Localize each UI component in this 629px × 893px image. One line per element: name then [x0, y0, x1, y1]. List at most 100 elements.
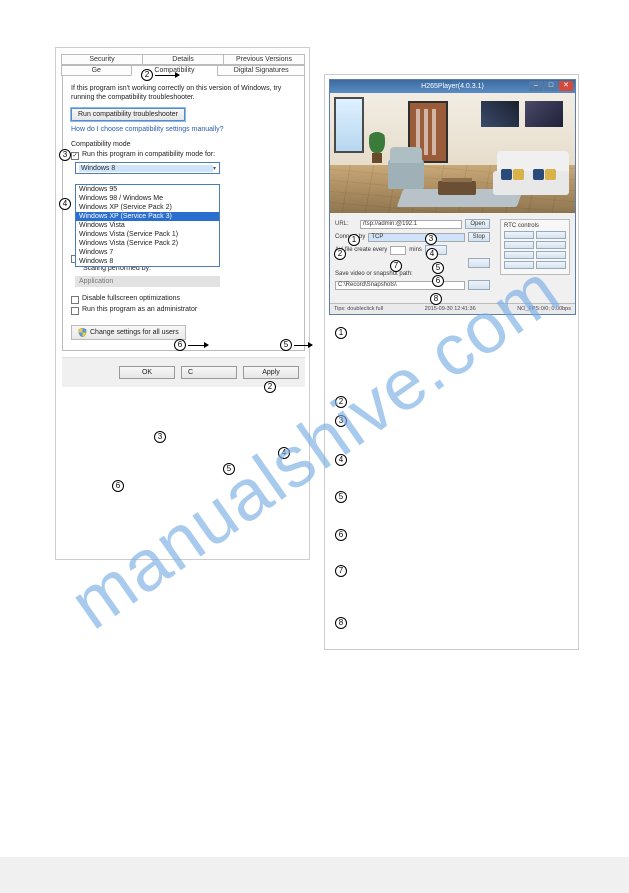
- run-troubleshooter-button[interactable]: Run compatibility troubleshooter: [71, 108, 185, 121]
- compat-os-option[interactable]: Windows Vista: [76, 221, 219, 230]
- chevron-down-icon: ▾: [213, 165, 216, 172]
- compat-os-option-selected[interactable]: Windows XP (Service Pack 3): [76, 212, 219, 221]
- player-status-bar: Tips: doubleclick full 2015-09-30 12:41:…: [330, 303, 575, 314]
- tab-row-top: Security Details Previous Versions: [62, 54, 305, 65]
- rtc-button[interactable]: [536, 261, 566, 269]
- run-compat-label: Run this program in compatibility mode f…: [82, 151, 215, 158]
- compat-notice: If this program isn't working correctly …: [71, 84, 296, 102]
- arrow-icon: [294, 345, 312, 346]
- change-settings-all-users-button[interactable]: Change settings for all users: [71, 325, 186, 340]
- compat-os-option[interactable]: Windows 8: [76, 257, 219, 266]
- list-callout-2: 2: [335, 396, 347, 408]
- cycle-button-2[interactable]: [468, 258, 490, 268]
- overlay-callout-3: 3: [425, 233, 437, 245]
- overlay-callout-5: 5: [432, 262, 444, 274]
- ok-button[interactable]: OK: [119, 366, 175, 379]
- tab-row-bottom: Ge Compatibility Digital Signatures: [62, 65, 305, 76]
- video-scene: [330, 93, 575, 213]
- rtc-button[interactable]: [504, 241, 534, 249]
- stop-button[interactable]: Stop: [468, 232, 490, 242]
- footer-band: [0, 857, 629, 893]
- tab-details[interactable]: Details: [142, 54, 224, 65]
- apply-button[interactable]: Apply: [243, 366, 299, 379]
- rtc-panel: RTC controls: [500, 219, 570, 275]
- compat-os-option[interactable]: Windows Vista (Service Pack 2): [76, 239, 219, 248]
- arrow-icon: [155, 75, 179, 76]
- rtc-button[interactable]: [536, 251, 566, 259]
- manual-settings-link[interactable]: How do I choose compatibility settings m…: [71, 126, 296, 133]
- player-controls: URL: rtsp://admin:@192.1 Open Connect by…: [330, 213, 575, 303]
- player-titlebar: H265Player(4.0.3.1) – □ ✕: [330, 80, 575, 93]
- tab-security[interactable]: Security: [61, 54, 143, 65]
- url-row: URL: rtsp://admin:@192.1 Open: [335, 219, 490, 229]
- status-tips: Tips: doubleclick full: [334, 306, 383, 312]
- save-path-button[interactable]: [468, 280, 490, 290]
- float-callout-6: 6: [112, 480, 124, 492]
- file-cycle-input[interactable]: [390, 246, 406, 255]
- url-label: URL:: [335, 221, 357, 227]
- list-callout-8: 8: [335, 617, 347, 629]
- list-callout-3: 3: [335, 415, 347, 427]
- url-input[interactable]: rtsp://admin:@192.1: [360, 220, 462, 229]
- run-as-admin-row: Run this program as an administrator: [71, 306, 296, 315]
- window-buttons: – □ ✕: [529, 81, 573, 91]
- compat-mode-title: Compatibility mode: [71, 141, 296, 148]
- overlay-callout-6: 6: [432, 275, 444, 287]
- compat-os-option[interactable]: Windows 98 / Windows Me: [76, 194, 219, 203]
- overlay-callout-1: 1: [348, 234, 360, 246]
- compat-os-list: Windows 95 Windows 98 / Windows Me Windo…: [75, 184, 220, 267]
- status-codec: NO_FPS:0/0; 0.00bps: [517, 306, 571, 312]
- scaling-performed-value[interactable]: Application: [75, 276, 220, 287]
- properties-dialog: Security Details Previous Versions Ge Co…: [62, 54, 305, 387]
- rtc-title: RTC controls: [504, 223, 566, 229]
- compat-os-dropdown[interactable]: Windows 8 ▾: [75, 162, 220, 174]
- run-compat-checkbox-row: ✓ Run this program in compatibility mode…: [71, 151, 296, 160]
- compat-os-option[interactable]: Windows 95: [76, 185, 219, 194]
- overlay-callout-7: 7: [390, 260, 402, 272]
- run-compat-checkbox[interactable]: ✓: [71, 152, 79, 160]
- open-button[interactable]: Open: [465, 219, 490, 229]
- player-title-text: H265Player(4.0.3.1): [421, 83, 484, 90]
- list-callout-7: 7: [335, 565, 347, 577]
- list-callout-5: 5: [335, 491, 347, 503]
- shield-icon: [78, 328, 87, 337]
- tab-previous-versions[interactable]: Previous Versions: [223, 54, 305, 65]
- rtc-button[interactable]: [536, 241, 566, 249]
- properties-body: If this program isn't working correctly …: [62, 76, 305, 351]
- right-column: H265Player(4.0.3.1) – □ ✕: [324, 74, 579, 650]
- save-path-input[interactable]: C:\Record\Snapshots\: [335, 281, 465, 290]
- rtc-button[interactable]: [504, 261, 534, 269]
- float-callout-3: 3: [154, 431, 166, 443]
- compat-os-option[interactable]: Windows 7: [76, 248, 219, 257]
- disable-fullscreen-checkbox[interactable]: [71, 296, 79, 304]
- file-cycle-row: Avi file create every mins: [335, 245, 490, 255]
- minimize-button[interactable]: –: [529, 81, 543, 91]
- close-button[interactable]: ✕: [559, 81, 573, 91]
- arrow-icon: [188, 345, 208, 346]
- tcp-field[interactable]: TCP: [368, 233, 464, 242]
- cancel-button[interactable]: C: [181, 366, 237, 379]
- save-path-row: Save video or snapshot path: C:\Record\S…: [335, 271, 490, 290]
- run-as-admin-label: Run this program as an administrator: [82, 306, 197, 313]
- compat-os-option[interactable]: Windows Vista (Service Pack 1): [76, 230, 219, 239]
- player-window: H265Player(4.0.3.1) – □ ✕: [329, 79, 576, 315]
- save-path-label: Save video or snapshot path:: [335, 271, 490, 277]
- rtc-button[interactable]: [536, 231, 566, 239]
- float-callout-2: 2: [264, 381, 276, 393]
- status-time: 2015-09-30 12:41:36: [425, 306, 476, 312]
- rtc-button[interactable]: [504, 231, 534, 239]
- player-video-area: [330, 93, 575, 213]
- float-callout-4: 4: [278, 447, 290, 459]
- compat-os-option[interactable]: Windows XP (Service Pack 2): [76, 203, 219, 212]
- left-column: Security Details Previous Versions Ge Co…: [55, 47, 310, 560]
- maximize-button[interactable]: □: [544, 81, 558, 91]
- callout-6: 6: [174, 339, 186, 351]
- tab-digital-signatures[interactable]: Digital Signatures: [217, 65, 305, 76]
- callout-3: 3: [59, 149, 71, 161]
- compat-os-selected: Windows 8: [79, 165, 213, 172]
- list-callout-1: 1: [335, 327, 347, 339]
- tab-general[interactable]: Ge: [61, 65, 132, 76]
- disable-fullscreen-label: Disable fullscreen optimizations: [82, 295, 180, 302]
- run-as-admin-checkbox[interactable]: [71, 307, 79, 315]
- rtc-button[interactable]: [504, 251, 534, 259]
